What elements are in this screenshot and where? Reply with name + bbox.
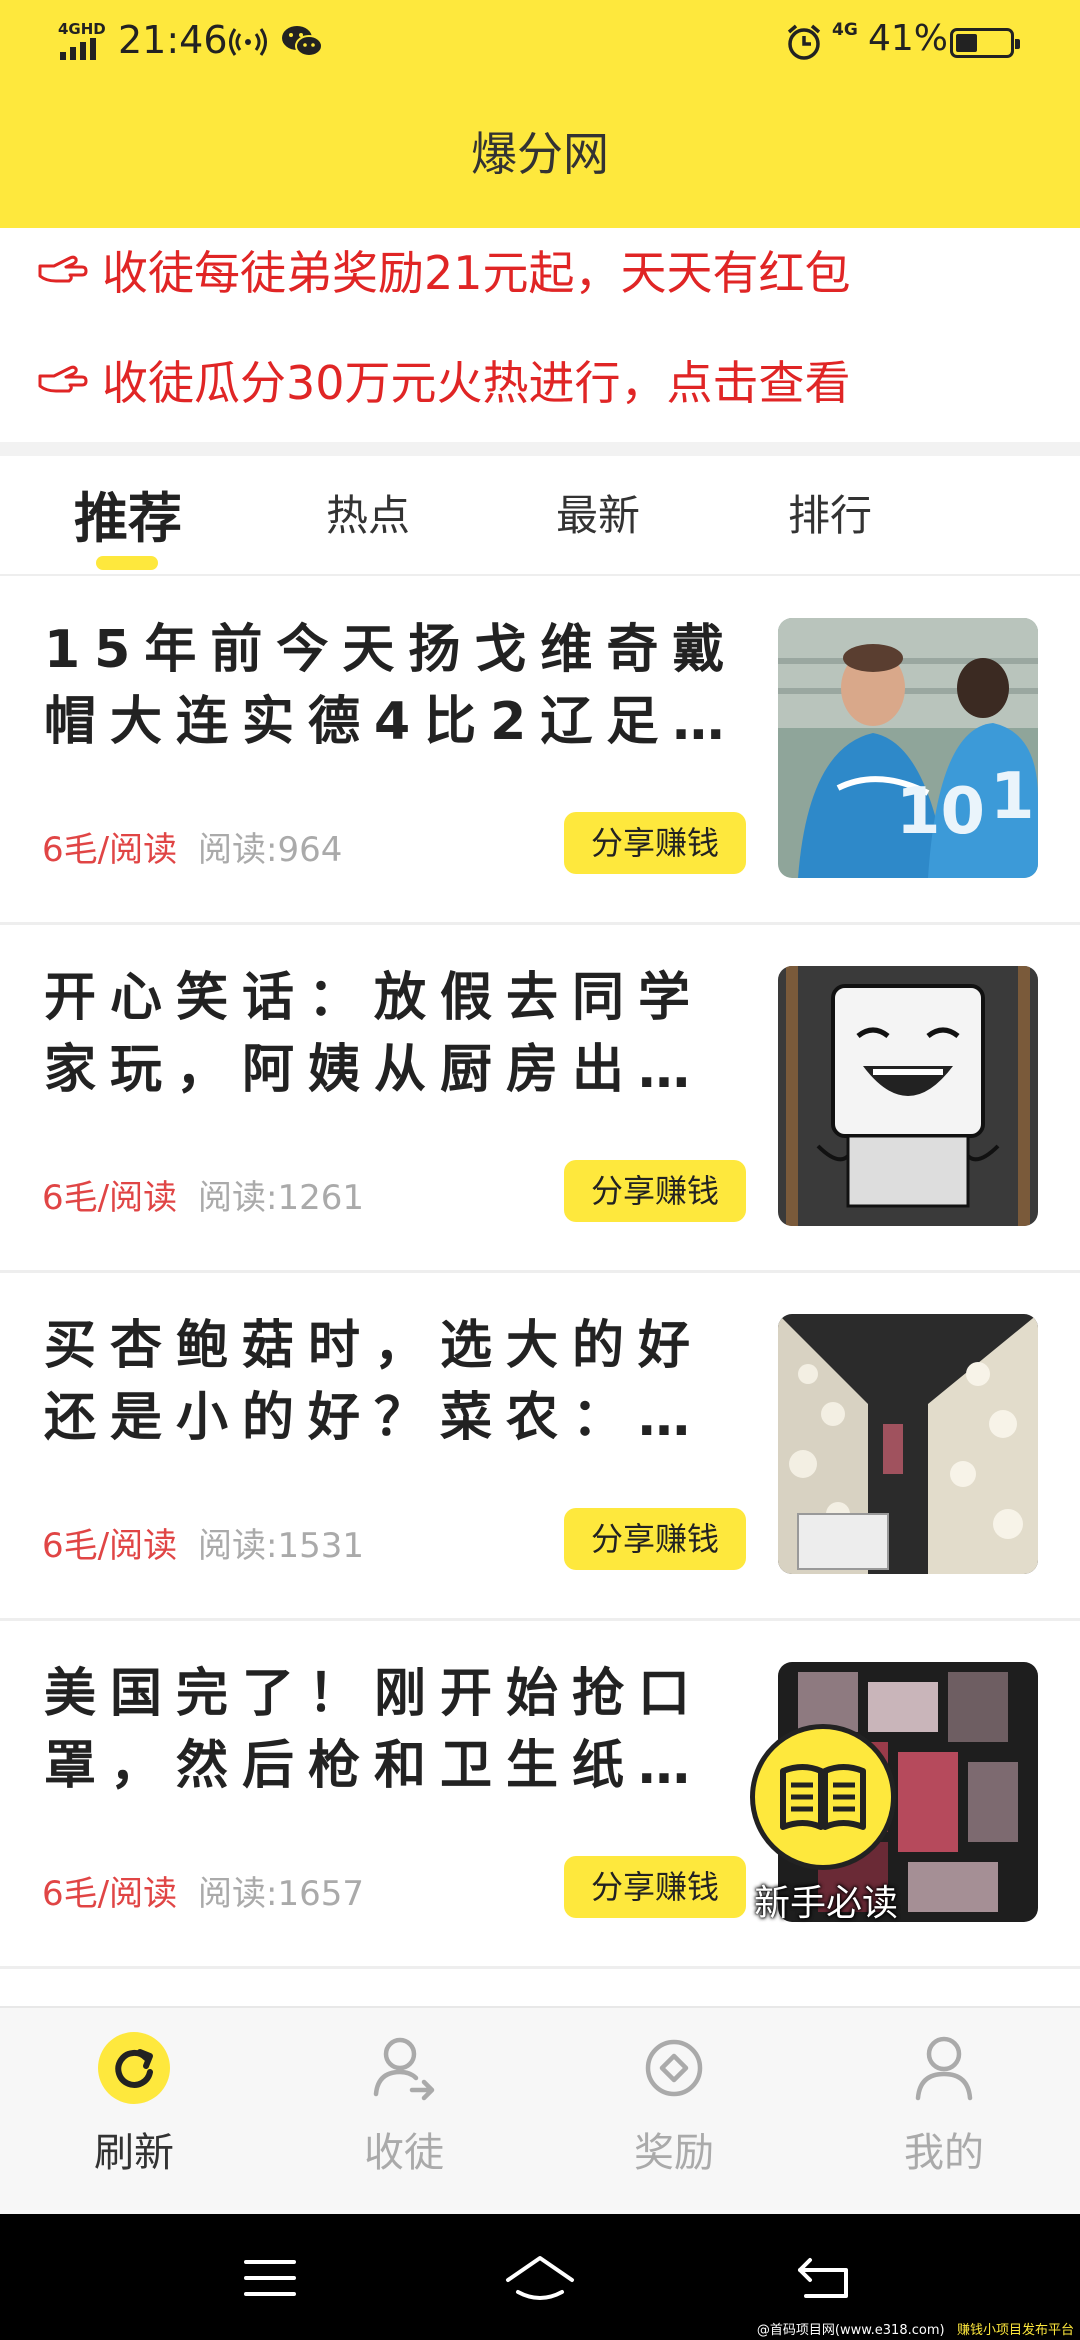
article-title: 买杏鲍菇时，选大的好还是小的好？菜农：…: [44, 1316, 705, 1448]
battery-percent: 41%: [868, 18, 949, 59]
nav-profile[interactable]: 我的: [844, 2028, 1044, 2178]
home-icon[interactable]: [504, 2254, 576, 2306]
nav-refresh[interactable]: 刷新: [34, 2028, 234, 2178]
article-read-count: 阅读:1531: [198, 1526, 364, 1566]
pointing-hand-icon: [38, 365, 88, 393]
article-read-count: 阅读:1261: [198, 1178, 364, 1218]
battery-icon: [950, 28, 1020, 58]
back-icon[interactable]: [796, 2254, 852, 2302]
nav-label: 奖励: [634, 2130, 714, 2176]
active-tab-indicator: [96, 556, 158, 570]
bottom-navigation: 刷新 收徒 奖励 我的: [0, 2006, 1080, 2216]
article-card[interactable]: 买杏鲍菇时，选大的好还是小的好？菜农：… 6毛/阅读 阅读:1531 分享赚钱: [0, 1272, 1080, 1621]
article-read-count: 阅读:1657: [198, 1874, 364, 1914]
article-thumbnail[interactable]: [778, 966, 1038, 1226]
system-navigation-bar: @首码项目网(www.e318.com) 赚钱小项目发布平台: [0, 2214, 1080, 2340]
add-user-icon: [364, 2028, 444, 2108]
svg-text:16: 16: [990, 760, 1038, 834]
tab-recommended[interactable]: 推荐: [74, 474, 182, 553]
guide-label: 新手必读: [753, 1883, 898, 1924]
reward-icon: [634, 2028, 714, 2108]
refresh-icon: [94, 2028, 174, 2108]
watermark: @首码项目网(www.e318.com) 赚钱小项目发布平台: [757, 2319, 1074, 2338]
network-type-secondary: 4G: [832, 20, 858, 40]
nav-rewards[interactable]: 奖励: [574, 2028, 774, 2178]
article-thumbnail[interactable]: 10 16: [778, 618, 1038, 878]
pointing-hand-icon: [38, 255, 88, 283]
nav-label: 刷新: [94, 2130, 174, 2176]
article-card[interactable]: 15年前今天扬戈维奇戴帽大连实德4比2辽足… 6毛/阅读 阅读:964 分享赚钱…: [0, 576, 1080, 925]
guide-circle: [750, 1724, 896, 1870]
clock: 21:46: [118, 18, 228, 62]
article-rate: 6毛/阅读: [42, 1178, 178, 1218]
watermark-left: @首码项目网(www.e318.com): [756, 2323, 945, 2338]
article-title: 开心笑话：放假去同学家玩，阿姨从厨房出…: [44, 968, 705, 1100]
network-type: 4GHD: [58, 20, 106, 38]
alarm-icon: [787, 24, 821, 60]
article-rate: 6毛/阅读: [42, 830, 178, 870]
notice-item-recruit-bonus[interactable]: 收徒每徒弟奖励21元起，天天有红包: [36, 235, 851, 305]
notice-text: 收徒每徒弟奖励21元起，天天有红包: [102, 246, 851, 300]
page-title: 爆分网: [471, 127, 609, 181]
status-bar: 4GHD 21:46 4G 41%: [0, 0, 1080, 90]
article-thumbnail[interactable]: [778, 1314, 1038, 1574]
wechat-icon: [282, 26, 323, 57]
profile-icon: [904, 2028, 984, 2108]
tab-hot[interactable]: 热点: [326, 482, 410, 543]
section-divider: [0, 442, 1080, 456]
tab-latest[interactable]: 最新: [556, 482, 640, 543]
menu-icon[interactable]: [242, 2254, 298, 2302]
hotspot-icon: [229, 28, 267, 56]
article-card[interactable]: 开心笑话：放假去同学家玩，阿姨从厨房出… 6毛/阅读 阅读:1261 分享赚钱: [0, 924, 1080, 1273]
article-rate: 6毛/阅读: [42, 1526, 178, 1566]
notice-text: 收徒瓜分30万元火热进行，点击查看: [102, 356, 851, 410]
signal-icon: [60, 38, 96, 60]
newbie-guide-button[interactable]: 新手必读: [746, 1724, 906, 1924]
top-bar: 4GHD 21:46 4G 41% 爆分网: [0, 0, 1080, 228]
category-tabs: 推荐 热点 最新 排行: [0, 456, 1080, 576]
watermark-right: 赚钱小项目发布平台: [956, 2323, 1074, 2338]
share-earn-button[interactable]: 分享赚钱: [564, 1856, 746, 1918]
article-read-count: 阅读:964: [198, 830, 343, 870]
svg-text:10: 10: [896, 775, 985, 849]
tab-ranking[interactable]: 排行: [788, 482, 872, 543]
article-title: 美国完了！刚开始抢口罩，然后枪和卫生纸…: [44, 1664, 705, 1796]
notice-item-recruit-pool[interactable]: 收徒瓜分30万元火热进行，点击查看: [36, 345, 851, 415]
notice-panel: 收徒每徒弟奖励21元起，天天有红包 收徒瓜分30万元火热进行，点击查看: [0, 228, 1080, 442]
share-earn-button[interactable]: 分享赚钱: [564, 812, 746, 874]
share-earn-button[interactable]: 分享赚钱: [564, 1160, 746, 1222]
article-title: 15年前今天扬戈维奇戴帽大连实德4比2辽足…: [44, 620, 739, 752]
nav-label: 我的: [904, 2130, 984, 2176]
share-earn-button[interactable]: 分享赚钱: [564, 1508, 746, 1570]
nav-label: 收徒: [364, 2130, 444, 2176]
article-card[interactable]: 美国完了！刚开始抢口罩，然后枪和卫生纸… 6毛/阅读 阅读:1657 分享赚钱: [0, 1620, 1080, 1969]
article-rate: 6毛/阅读: [42, 1874, 178, 1914]
book-icon: [780, 1764, 866, 1830]
nav-recruit[interactable]: 收徒: [304, 2028, 504, 2178]
battery-fill: [956, 34, 977, 52]
